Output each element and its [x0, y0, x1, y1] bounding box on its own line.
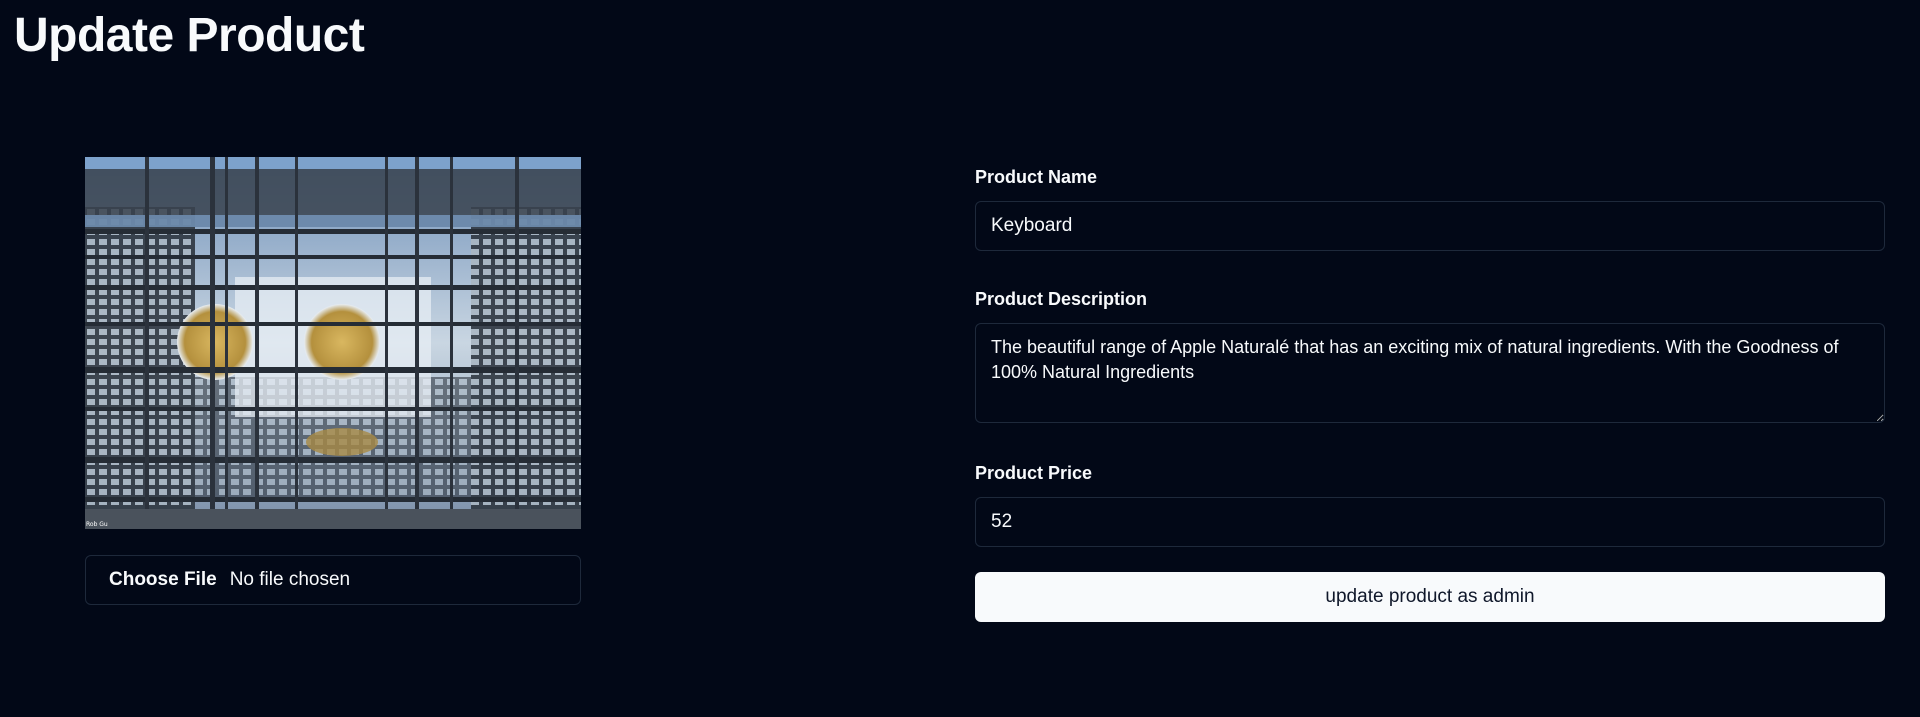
product-price-label: Product Price — [975, 463, 1093, 483]
product-photo-icon — [85, 157, 581, 529]
file-input[interactable]: Choose File No file chosen — [85, 555, 581, 605]
image-credit: Rob Gu — [86, 521, 108, 528]
choose-file-button[interactable]: Choose File — [109, 569, 217, 591]
file-status-text: No file chosen — [229, 569, 351, 590]
update-product-button[interactable]: update product as admin — [975, 572, 1885, 622]
product-name-label: Product Name — [975, 167, 1098, 187]
page-title: Update Product — [14, 9, 365, 62]
product-description-label: Product Description — [975, 289, 1148, 309]
product-price-input[interactable] — [975, 497, 1885, 547]
product-form: Product Name Product Description The bea… — [975, 157, 1885, 622]
product-image: Rob Gu — [85, 157, 581, 529]
image-column: Rob Gu Choose File No file chosen — [85, 157, 581, 605]
product-name-input[interactable] — [975, 201, 1885, 251]
product-description-input[interactable]: The beautiful range of Apple Naturalé th… — [975, 323, 1885, 423]
